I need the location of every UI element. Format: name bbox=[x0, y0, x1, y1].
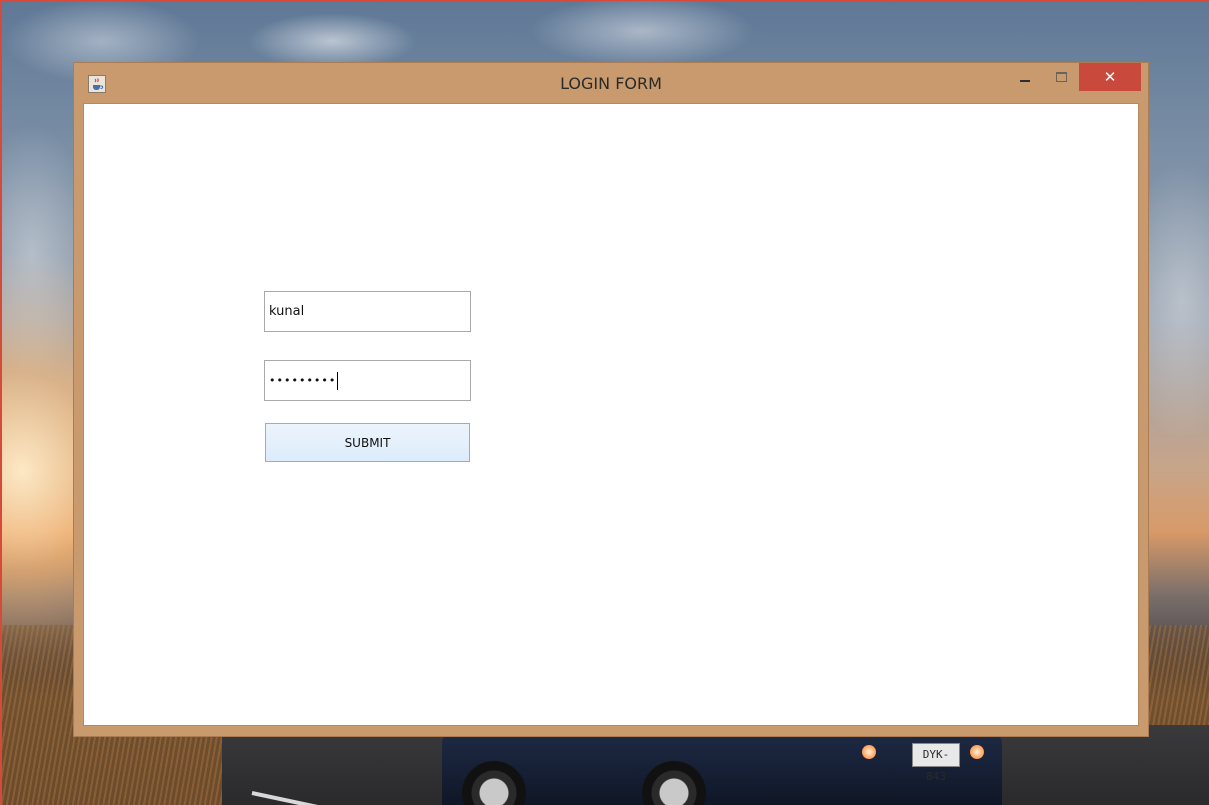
close-button[interactable]: ✕ bbox=[1079, 63, 1141, 91]
minimize-icon bbox=[1020, 80, 1030, 82]
window-titlebar[interactable]: LOGIN FORM ✕ bbox=[74, 63, 1148, 103]
wallpaper-car: DYK-843 bbox=[442, 733, 1002, 805]
desktop-wallpaper: DYK-843 LOGIN FORM ✕ kunal ••••••••• SUB… bbox=[0, 0, 1209, 805]
login-window: LOGIN FORM ✕ ••••••••• SUBMIT bbox=[73, 62, 1149, 737]
username-input[interactable] bbox=[264, 291, 471, 332]
maximize-icon bbox=[1055, 72, 1067, 82]
car-wheel bbox=[642, 761, 706, 805]
minimize-button[interactable] bbox=[1012, 63, 1038, 91]
window-title: LOGIN FORM bbox=[560, 74, 662, 93]
close-icon: ✕ bbox=[1103, 68, 1117, 86]
password-mask: ••••••••• bbox=[269, 374, 337, 387]
password-input[interactable]: ••••••••• bbox=[264, 360, 471, 401]
car-wheel bbox=[462, 761, 526, 805]
car-taillight bbox=[970, 745, 984, 759]
text-caret bbox=[337, 371, 339, 390]
license-plate: DYK-843 bbox=[912, 743, 960, 783]
car-taillight bbox=[862, 745, 876, 759]
maximize-button[interactable] bbox=[1048, 63, 1074, 91]
submit-button[interactable]: SUBMIT bbox=[265, 423, 470, 462]
window-content: ••••••••• SUBMIT bbox=[83, 103, 1139, 726]
